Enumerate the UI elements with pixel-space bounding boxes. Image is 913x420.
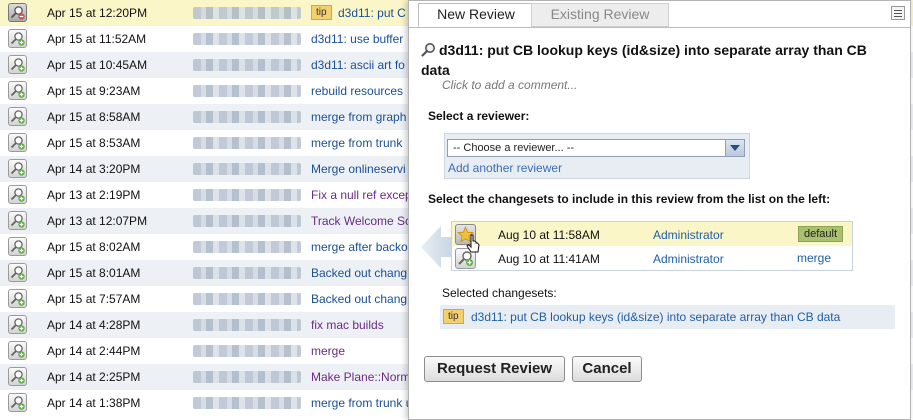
selected-changeset: tip d3d11: put CB lookup keys (id&size) …: [440, 305, 895, 329]
add-review-icon[interactable]: [8, 263, 27, 282]
popup-tabs: New Review Existing Review: [409, 1, 910, 28]
tab-new-review[interactable]: New Review: [418, 3, 534, 27]
changeset-message-link[interactable]: d3d11: use buffer: [311, 32, 403, 46]
reviewer-select[interactable]: -- Choose a reviewer... --: [447, 139, 745, 157]
author-blurred: [193, 215, 301, 227]
changeset-message-link[interactable]: fix mac builds: [311, 318, 384, 332]
author-blurred: [193, 189, 301, 201]
changeset-date: Apr 14 at 2:44PM: [47, 344, 141, 358]
request-review-button[interactable]: Request Review: [424, 356, 565, 382]
cancel-button[interactable]: Cancel: [572, 356, 642, 382]
changeset-message-link[interactable]: merge from trunk: [311, 136, 402, 150]
author-blurred: [193, 85, 301, 97]
changeset-message-link[interactable]: rebuild resources: [311, 84, 403, 98]
popup-menu-icon[interactable]: [891, 6, 905, 20]
selected-changeset-link[interactable]: d3d11: put CB lookup keys (id&size) into…: [471, 310, 840, 324]
changeset-author[interactable]: Administrator: [653, 252, 724, 266]
changeset-message-link[interactable]: Merge onlineservi: [311, 162, 406, 176]
changeset-date: Apr 15 at 7:57AM: [47, 292, 141, 306]
add-review-icon[interactable]: [8, 393, 27, 412]
branch-badge: default: [798, 226, 844, 242]
author-blurred: [193, 137, 301, 149]
review-title-text: d3d11: put CB lookup keys (id&size) into…: [421, 42, 867, 78]
changeset-row[interactable]: Aug 10 at 11:58AM Administrator default: [452, 222, 852, 246]
changeset-message-link[interactable]: Make Plane::Norm: [311, 370, 410, 384]
add-review-icon[interactable]: [8, 211, 27, 230]
changeset-date: Apr 15 at 10:45AM: [47, 58, 148, 72]
add-review-icon[interactable]: [8, 185, 27, 204]
changeset-date: Apr 15 at 8:02AM: [47, 240, 141, 254]
dropdown-arrow-icon[interactable]: [725, 140, 744, 156]
author-blurred: [193, 293, 301, 305]
author-blurred: [193, 111, 301, 123]
magnifier-icon: [421, 42, 436, 61]
changeset-message-link[interactable]: Backed out chang: [311, 292, 407, 306]
author-blurred: [193, 163, 301, 175]
add-review-icon[interactable]: [8, 315, 27, 334]
author-blurred: [193, 319, 301, 331]
add-review-icon[interactable]: [8, 81, 27, 100]
changeset-message-link[interactable]: d3d11: ascii art fo: [311, 58, 405, 72]
changeset-date: Apr 14 at 3:20PM: [47, 162, 141, 176]
author-blurred: [193, 241, 301, 253]
changeset-author[interactable]: Administrator: [653, 228, 724, 242]
changeset-date: Apr 15 at 12:20PM: [47, 6, 148, 20]
changeset-date: Apr 14 at 2:25PM: [47, 370, 141, 384]
tip-badge: tip: [311, 5, 332, 20]
add-comment-link[interactable]: Click to add a comment...: [442, 78, 577, 92]
changeset-row[interactable]: Aug 10 at 11:41AM Administrator merge: [452, 246, 852, 270]
add-review-icon[interactable]: [8, 237, 27, 256]
author-blurred: [193, 7, 301, 19]
changeset-message-link[interactable]: d3d11: put C: [338, 6, 406, 20]
selected-changesets-label: Selected changesets:: [442, 286, 557, 300]
add-review-icon[interactable]: [8, 159, 27, 178]
changeset-date: Apr 15 at 8:01AM: [47, 266, 141, 280]
changeset-message-link[interactable]: Track Welcome Sc: [311, 214, 411, 228]
changeset-message-link[interactable]: merge: [311, 344, 345, 358]
mouse-cursor-icon: [466, 234, 480, 253]
tip-badge: tip: [443, 309, 464, 324]
add-review-icon[interactable]: [8, 289, 27, 308]
add-review-icon[interactable]: [8, 107, 27, 126]
changeset-date: Aug 10 at 11:58AM: [498, 228, 600, 242]
add-another-reviewer-link[interactable]: Add another reviewer: [448, 161, 562, 175]
changeset-date: Apr 14 at 1:38PM: [47, 396, 141, 410]
changeset-date: Apr 15 at 8:58AM: [47, 110, 141, 124]
author-blurred: [193, 267, 301, 279]
remove-review-icon[interactable]: [8, 3, 27, 22]
author-blurred: [193, 345, 301, 357]
changeset-message-link[interactable]: Fix a null ref excep: [311, 188, 412, 202]
add-review-icon[interactable]: [8, 55, 27, 74]
changeset-date: Apr 13 at 2:19PM: [47, 188, 141, 202]
review-title: d3d11: put CB lookup keys (id&size) into…: [421, 41, 891, 79]
changeset-date: Apr 15 at 9:23AM: [47, 84, 141, 98]
changeset-selection-table: Aug 10 at 11:58AM Administrator default …: [451, 221, 853, 271]
author-blurred: [193, 33, 301, 45]
changeset-date: Aug 10 at 11:41AM: [498, 252, 600, 266]
branch-link[interactable]: merge: [797, 251, 831, 265]
add-review-icon[interactable]: [8, 367, 27, 386]
changeset-message-link[interactable]: merge from graph: [311, 110, 406, 124]
changeset-date: Apr 14 at 4:28PM: [47, 318, 141, 332]
tab-existing-review[interactable]: Existing Review: [531, 3, 669, 27]
left-arrow-icon: [421, 226, 455, 268]
author-blurred: [193, 59, 301, 71]
changeset-message-link[interactable]: Backed out chang: [311, 266, 407, 280]
author-blurred: [193, 397, 301, 409]
reviewer-select-value: -- Choose a reviewer... --: [453, 142, 575, 154]
select-changesets-label: Select the changesets to include in this…: [428, 192, 831, 206]
select-reviewer-label: Select a reviewer:: [428, 109, 530, 123]
changeset-message-link[interactable]: merge after backo: [311, 240, 408, 254]
changeset-date: Apr 15 at 11:52AM: [47, 32, 147, 46]
changeset-date: Apr 15 at 8:53AM: [47, 136, 141, 150]
add-review-icon[interactable]: [8, 341, 27, 360]
author-blurred: [193, 371, 301, 383]
add-review-icon[interactable]: [8, 29, 27, 48]
add-review-icon[interactable]: [8, 133, 27, 152]
reviewer-box: -- Choose a reviewer... -- Add another r…: [444, 133, 750, 179]
changeset-date: Apr 13 at 12:07PM: [47, 214, 148, 228]
review-popup: New Review Existing Review d3d11: put CB…: [408, 0, 911, 420]
